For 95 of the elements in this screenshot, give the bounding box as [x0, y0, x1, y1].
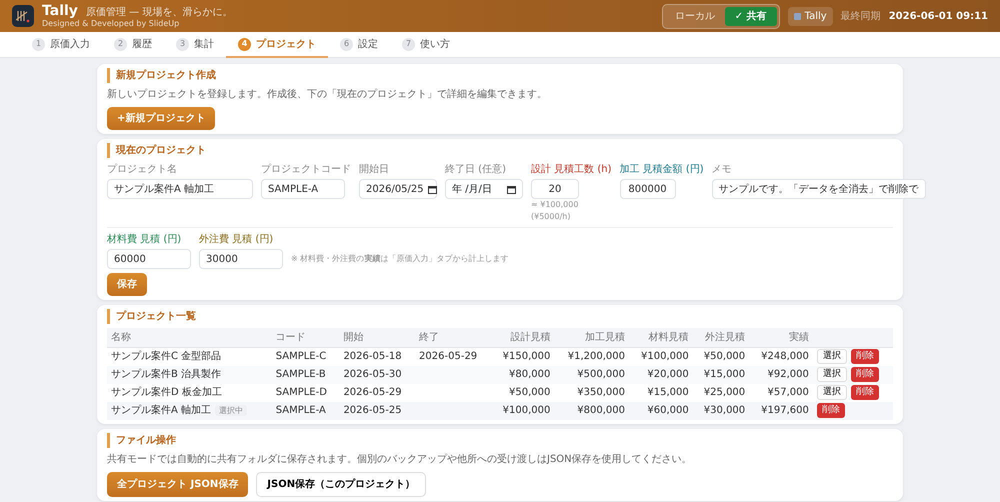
column-header: 設計見積 — [490, 328, 554, 348]
table-cell: ¥80,000 — [509, 369, 550, 380]
column-header: 材料見積 — [629, 328, 693, 348]
nav-tab[interactable]: 1 原価入力 — [20, 32, 102, 58]
field-label: プロジェクト名 — [107, 162, 178, 177]
input-field[interactable]: 30000 — [199, 249, 283, 269]
table-cell: ¥60,000 — [647, 405, 689, 416]
field-label: 設計 見積工数 (h) — [531, 162, 612, 177]
input-field[interactable]: 年 /月/日 — [445, 179, 523, 199]
column-header: 加工見積 — [554, 328, 629, 348]
field-label: 加工 見積金額 (円) — [620, 162, 704, 177]
table-cell: SAMPLE-C — [276, 351, 326, 362]
sync-label: 最終同期 — [840, 10, 881, 24]
delete-button[interactable]: 削除 — [850, 385, 879, 400]
select-button[interactable]: 選択 — [816, 385, 847, 400]
section-title: 現在のプロジェクト — [107, 143, 893, 158]
input-field[interactable]: 800000 — [620, 179, 676, 199]
nav-tab[interactable]: 3 集計 — [164, 32, 226, 58]
table-cell: サンプル案件C 金型部品 — [111, 351, 222, 362]
table-cell: 2026-05-30 — [343, 369, 402, 380]
table-cell: SAMPLE-D — [276, 387, 327, 398]
table-cell: サンプル案件B 治具製作 — [111, 369, 222, 380]
mode-option[interactable]: ✓ 共有 — [724, 6, 777, 26]
field-label: メモ — [712, 163, 733, 177]
table-cell: ¥100,000 — [641, 351, 689, 362]
section-title: 新規プロジェクト作成 — [107, 68, 893, 83]
table-cell: ¥800,000 — [577, 405, 625, 416]
table-cell: ¥92,000 — [768, 369, 809, 380]
user-name: Tally — [804, 10, 827, 24]
column-header: 外注見積 — [692, 328, 750, 348]
column-header: 実績 — [749, 328, 813, 348]
table-cell: ¥1,200,000 — [568, 351, 625, 362]
field-label: 材料費 見積 (円) — [107, 232, 182, 247]
column-header: 開始 — [339, 328, 416, 348]
column-header: 終了 — [415, 328, 491, 348]
logo-icon — [12, 5, 34, 27]
note-text: ※ 材料費・外注費の実績は「原価入力」タブから計上します — [291, 253, 508, 265]
table-cell: ¥50,000 — [704, 351, 746, 362]
table-cell: 2026-05-29 — [419, 351, 478, 362]
select-button[interactable]: 選択 — [816, 349, 847, 364]
app-title: Tally — [42, 4, 78, 18]
table-cell: ¥30,000 — [704, 405, 746, 416]
save-json-button[interactable]: JSON保存（このプロジェクト） — [256, 472, 426, 496]
table-cell: ¥197,600 — [761, 405, 809, 416]
field-label: 開始日 — [359, 163, 390, 177]
calendar-icon[interactable] — [507, 184, 516, 194]
table-cell: ¥15,000 — [704, 369, 746, 380]
app-tagline: 原価管理 — 現場を、滑らかに。 — [86, 6, 232, 20]
field-label: 外注費 見積 (円) — [199, 232, 274, 247]
table-cell: ¥25,000 — [704, 387, 746, 398]
table-cell: ¥15,000 — [647, 387, 689, 398]
nav-tab[interactable]: 7 使い方 — [390, 32, 462, 58]
description-text: 共有モードでは自動的に共有フォルダに保存されます。個別のバックアップや他所への受け渡しはJSON保存を使用してください。 — [107, 452, 693, 466]
column-header: 名称 — [107, 328, 272, 348]
nav-tab[interactable]: 2 履歴 — [102, 32, 164, 58]
table-cell: ¥500,000 — [577, 369, 625, 380]
table-cell: SAMPLE-B — [276, 369, 326, 380]
table-cell: ¥100,000 — [502, 405, 550, 416]
delete-button[interactable]: 削除 — [850, 367, 879, 382]
table-cell: サンプル案件A 軸加工 — [111, 405, 212, 416]
section-title: プロジェクト一覧 — [107, 309, 893, 324]
table-cell: SAMPLE-A — [276, 405, 326, 416]
table-cell: 2026-05-29 — [343, 387, 402, 398]
input-field[interactable]: 60000 — [107, 249, 191, 269]
nav-tab[interactable]: 4 プロジェクト — [226, 32, 328, 58]
table-cell: ¥57,000 — [768, 387, 809, 398]
table-cell: ¥150,000 — [502, 351, 550, 362]
input-field[interactable]: SAMPLE-A — [261, 179, 345, 199]
user-icon — [794, 12, 801, 20]
table-cell: サンプル案件D 板金加工 — [111, 387, 222, 398]
table-cell: ¥350,000 — [577, 387, 625, 398]
credit-text: Designed & Developed by SlideUp — [42, 20, 180, 28]
sync-time: 2026-06-01 09:11 — [888, 10, 988, 24]
select-button[interactable]: 選択 — [816, 367, 847, 382]
delete-button[interactable]: 削除 — [850, 349, 879, 364]
section-title: ファイル操作 — [107, 432, 893, 448]
selected-badge: 選択中 — [215, 405, 248, 416]
table-cell: ¥50,000 — [509, 387, 550, 398]
input-field[interactable]: サンプル案件A 軸加工 — [107, 179, 253, 199]
table-cell: 2026-05-18 — [343, 351, 402, 362]
input-field[interactable]: 20 — [531, 179, 579, 199]
nav-tab[interactable]: 6 設定 — [328, 32, 390, 58]
field-label: プロジェクトコード — [261, 162, 351, 177]
table-cell: 2026-05-25 — [343, 405, 402, 416]
delete-button[interactable]: 削除 — [816, 403, 845, 418]
field-label: 終了日 (任意) — [445, 162, 507, 177]
table-cell: ¥20,000 — [647, 369, 689, 380]
table-cell: ¥248,000 — [761, 351, 809, 362]
calendar-icon[interactable] — [428, 184, 437, 194]
input-field[interactable]: サンプルです。「データを全消去」で削除で — [712, 179, 926, 199]
hint-text: ≈ ¥100,000 (¥5000/h) — [531, 199, 580, 223]
user-chip[interactable]: Tally — [788, 6, 833, 26]
input-field[interactable]: 2026/05/25 — [359, 179, 437, 199]
column-header: コード — [272, 328, 340, 348]
description-text: 新しいプロジェクトを登録します。作成後、下の「現在のプロジェクト」で詳細を編集できます。 — [107, 88, 548, 102]
